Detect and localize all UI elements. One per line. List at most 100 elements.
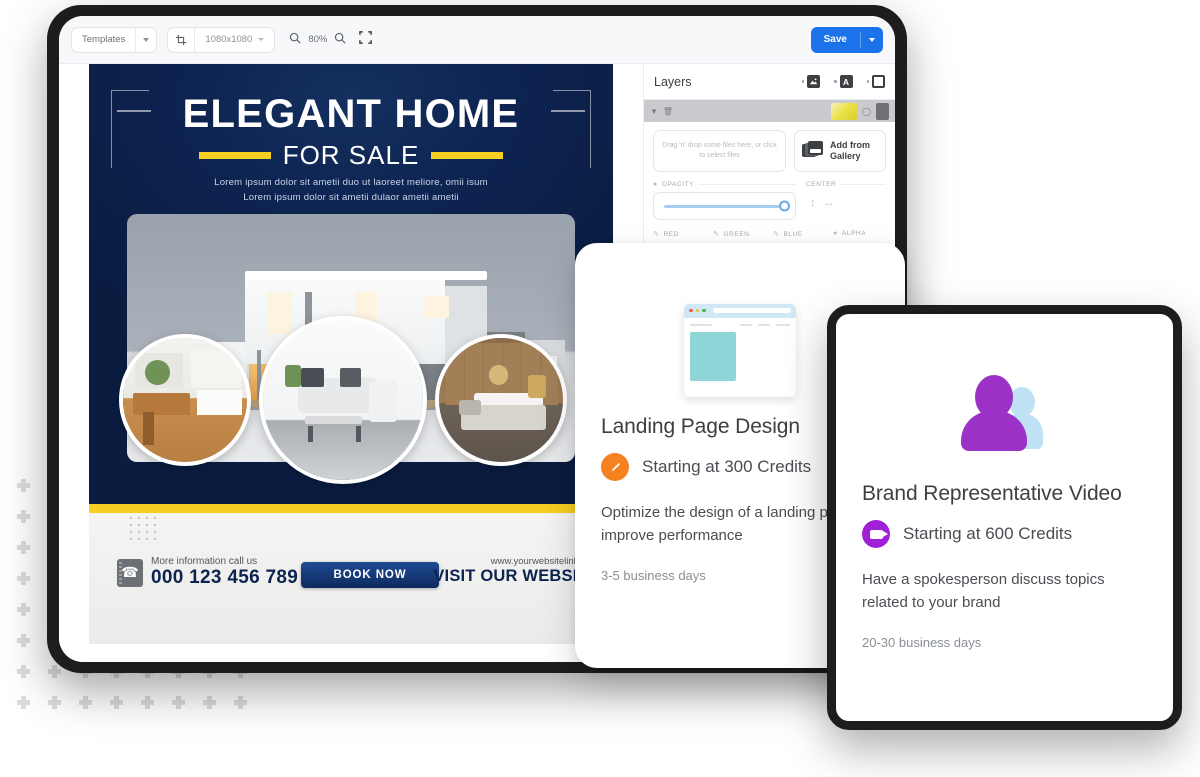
add-from-gallery-button[interactable]: Add from Gallery [794,130,886,172]
center-buttons: ↕ ↔ [806,192,886,209]
image-glyph [807,75,820,88]
alpha-channel-label: ● ALPHA [833,230,886,241]
yellow-dash-right [431,152,504,159]
browser-columns [690,332,790,381]
people-illustration [949,369,1061,465]
window-minimize-dot [695,308,699,313]
nav-item [740,323,752,326]
canvas-size-value[interactable]: 1080x1080 [195,28,274,52]
card-turnaround: 20-30 business days [862,634,982,650]
delete-icon[interactable]: 🗑 [663,107,673,116]
lorem-line-1: Lorem ipsum dolor sit ametii duo ut laor… [214,177,488,188]
add-text-icon[interactable]: A [834,75,853,88]
opacity-section-label: ● OPACITY [653,181,796,188]
card-price-row: Starting at 600 Credits [862,520,1147,548]
gallery-icon [802,141,824,161]
opacity-label-text: OPACITY [661,181,695,188]
room-photo-living [259,316,427,484]
plus-dot [834,80,837,83]
chevron-down-icon [258,38,265,41]
fullscreen-icon[interactable] [359,30,373,49]
red-channel-label: ✎ RED [653,230,706,241]
zoom-controls: 80% [289,30,373,49]
save-button[interactable]: Save [810,26,883,53]
zoom-level-label: 80% [308,34,328,45]
duplicate-icon[interactable]: ◯ [862,107,871,116]
room-photo-kitchen [119,334,251,466]
chevron-down-icon [143,37,150,42]
blue-label-text: BLUE [783,230,803,238]
canvas-area[interactable]: ELEGANT HOME FOR SALE Lorem ipsum dolor … [59,64,643,662]
shape-glyph [872,75,885,88]
file-dropzone[interactable]: Drag 'n' drop some files here, or click … [653,130,786,172]
nav-item [776,323,790,326]
slider-knob[interactable] [779,200,790,212]
nav-item [758,323,770,326]
layers-panel-title: Layers [654,74,692,89]
center-control: CENTER ↕ ↔ [806,172,886,209]
poster-yellow-rule [89,504,613,513]
text-glyph: A [839,75,853,88]
center-horizontal-icon[interactable]: ↔ [824,197,835,209]
card-title: Brand Representative Video [862,482,1122,505]
crop-icon[interactable] [168,28,194,52]
opacity-slider[interactable] [653,192,796,220]
templates-selector[interactable]: Templates [71,26,158,53]
templates-dropdown-button[interactable] [136,28,156,52]
card-description: Have a spokesperson discuss topics relat… [862,571,1105,612]
add-shape-icon[interactable] [866,75,885,88]
layers-panel-header: Layers A [644,64,895,100]
green-label-text: GREEN [723,230,750,238]
plus-dot [866,80,869,83]
red-label-text: RED [663,230,679,238]
contact-text: More information call us 000 123 456 789 [151,556,298,589]
editor-toolbar: Templates 1080x1080 80% Save [59,16,895,64]
chevron-down-icon[interactable]: ▼ [650,107,658,116]
layer-menu-icon[interactable] [876,102,889,120]
opacity-control: ● OPACITY [653,172,796,220]
browser-url-bar [712,308,791,313]
layer-row[interactable]: ▼ 🗑 ◯ [644,100,895,122]
house-roof [245,271,487,280]
canvas-size-group[interactable]: 1080x1080 [167,26,276,53]
zoom-in-icon[interactable] [334,31,346,49]
save-dropdown-button[interactable] [861,37,883,42]
call-label: More information call us [151,556,258,567]
slider-track[interactable] [664,200,790,212]
center-label-text: CENTER [806,181,837,188]
room-photo-circles [107,312,595,484]
poster-footer: ☎ More information call us 000 123 456 7… [89,554,613,614]
browser-nav [690,323,790,326]
add-image-icon[interactable] [801,75,820,88]
hero-text-block [742,332,790,381]
center-vertical-icon[interactable]: ↕ [810,197,816,209]
poster-headline: ELEGANT HOME [182,92,520,136]
droplet-icon: ● [833,230,838,237]
divider [698,184,796,185]
save-button-label: Save [823,34,847,45]
eyedropper-icon: ✎ [653,231,660,238]
window-maximize-dot [702,308,706,313]
plus-dot [801,80,804,83]
poster-contact: ☎ More information call us 000 123 456 7… [117,556,298,589]
rgba-labels-row: ✎ RED ✎ GREEN ✎ BLUE ● ALPHA [653,230,886,241]
browser-window-illustration [684,303,796,397]
book-now-button[interactable]: BOOK NOW [301,562,439,588]
layer-thumbnail[interactable] [831,102,858,120]
opacity-center-row: ● OPACITY CENTER ↕ ↔ [653,172,886,220]
eyedropper-icon: ✎ [713,231,720,238]
service-card-brand-video[interactable]: Brand Representative Video Starting at 6… [827,305,1182,730]
center-section-label: CENTER [806,181,886,188]
dot-matrix-decoration [129,516,157,541]
green-channel-label: ✎ GREEN [713,230,766,241]
poster-design[interactable]: ELEGANT HOME FOR SALE Lorem ipsum dolor … [89,64,613,644]
phone-number: 000 123 456 789 [151,567,299,588]
room-photo-bedroom [435,334,567,466]
chevron-down-icon [869,37,875,42]
video-glyph [869,529,888,539]
zoom-out-icon[interactable] [289,31,301,49]
poster-subline: FOR SALE [282,140,420,170]
browser-titlebar [684,303,796,318]
image-source-row: Drag 'n' drop some files here, or click … [653,130,886,172]
brush-icon [601,453,629,481]
